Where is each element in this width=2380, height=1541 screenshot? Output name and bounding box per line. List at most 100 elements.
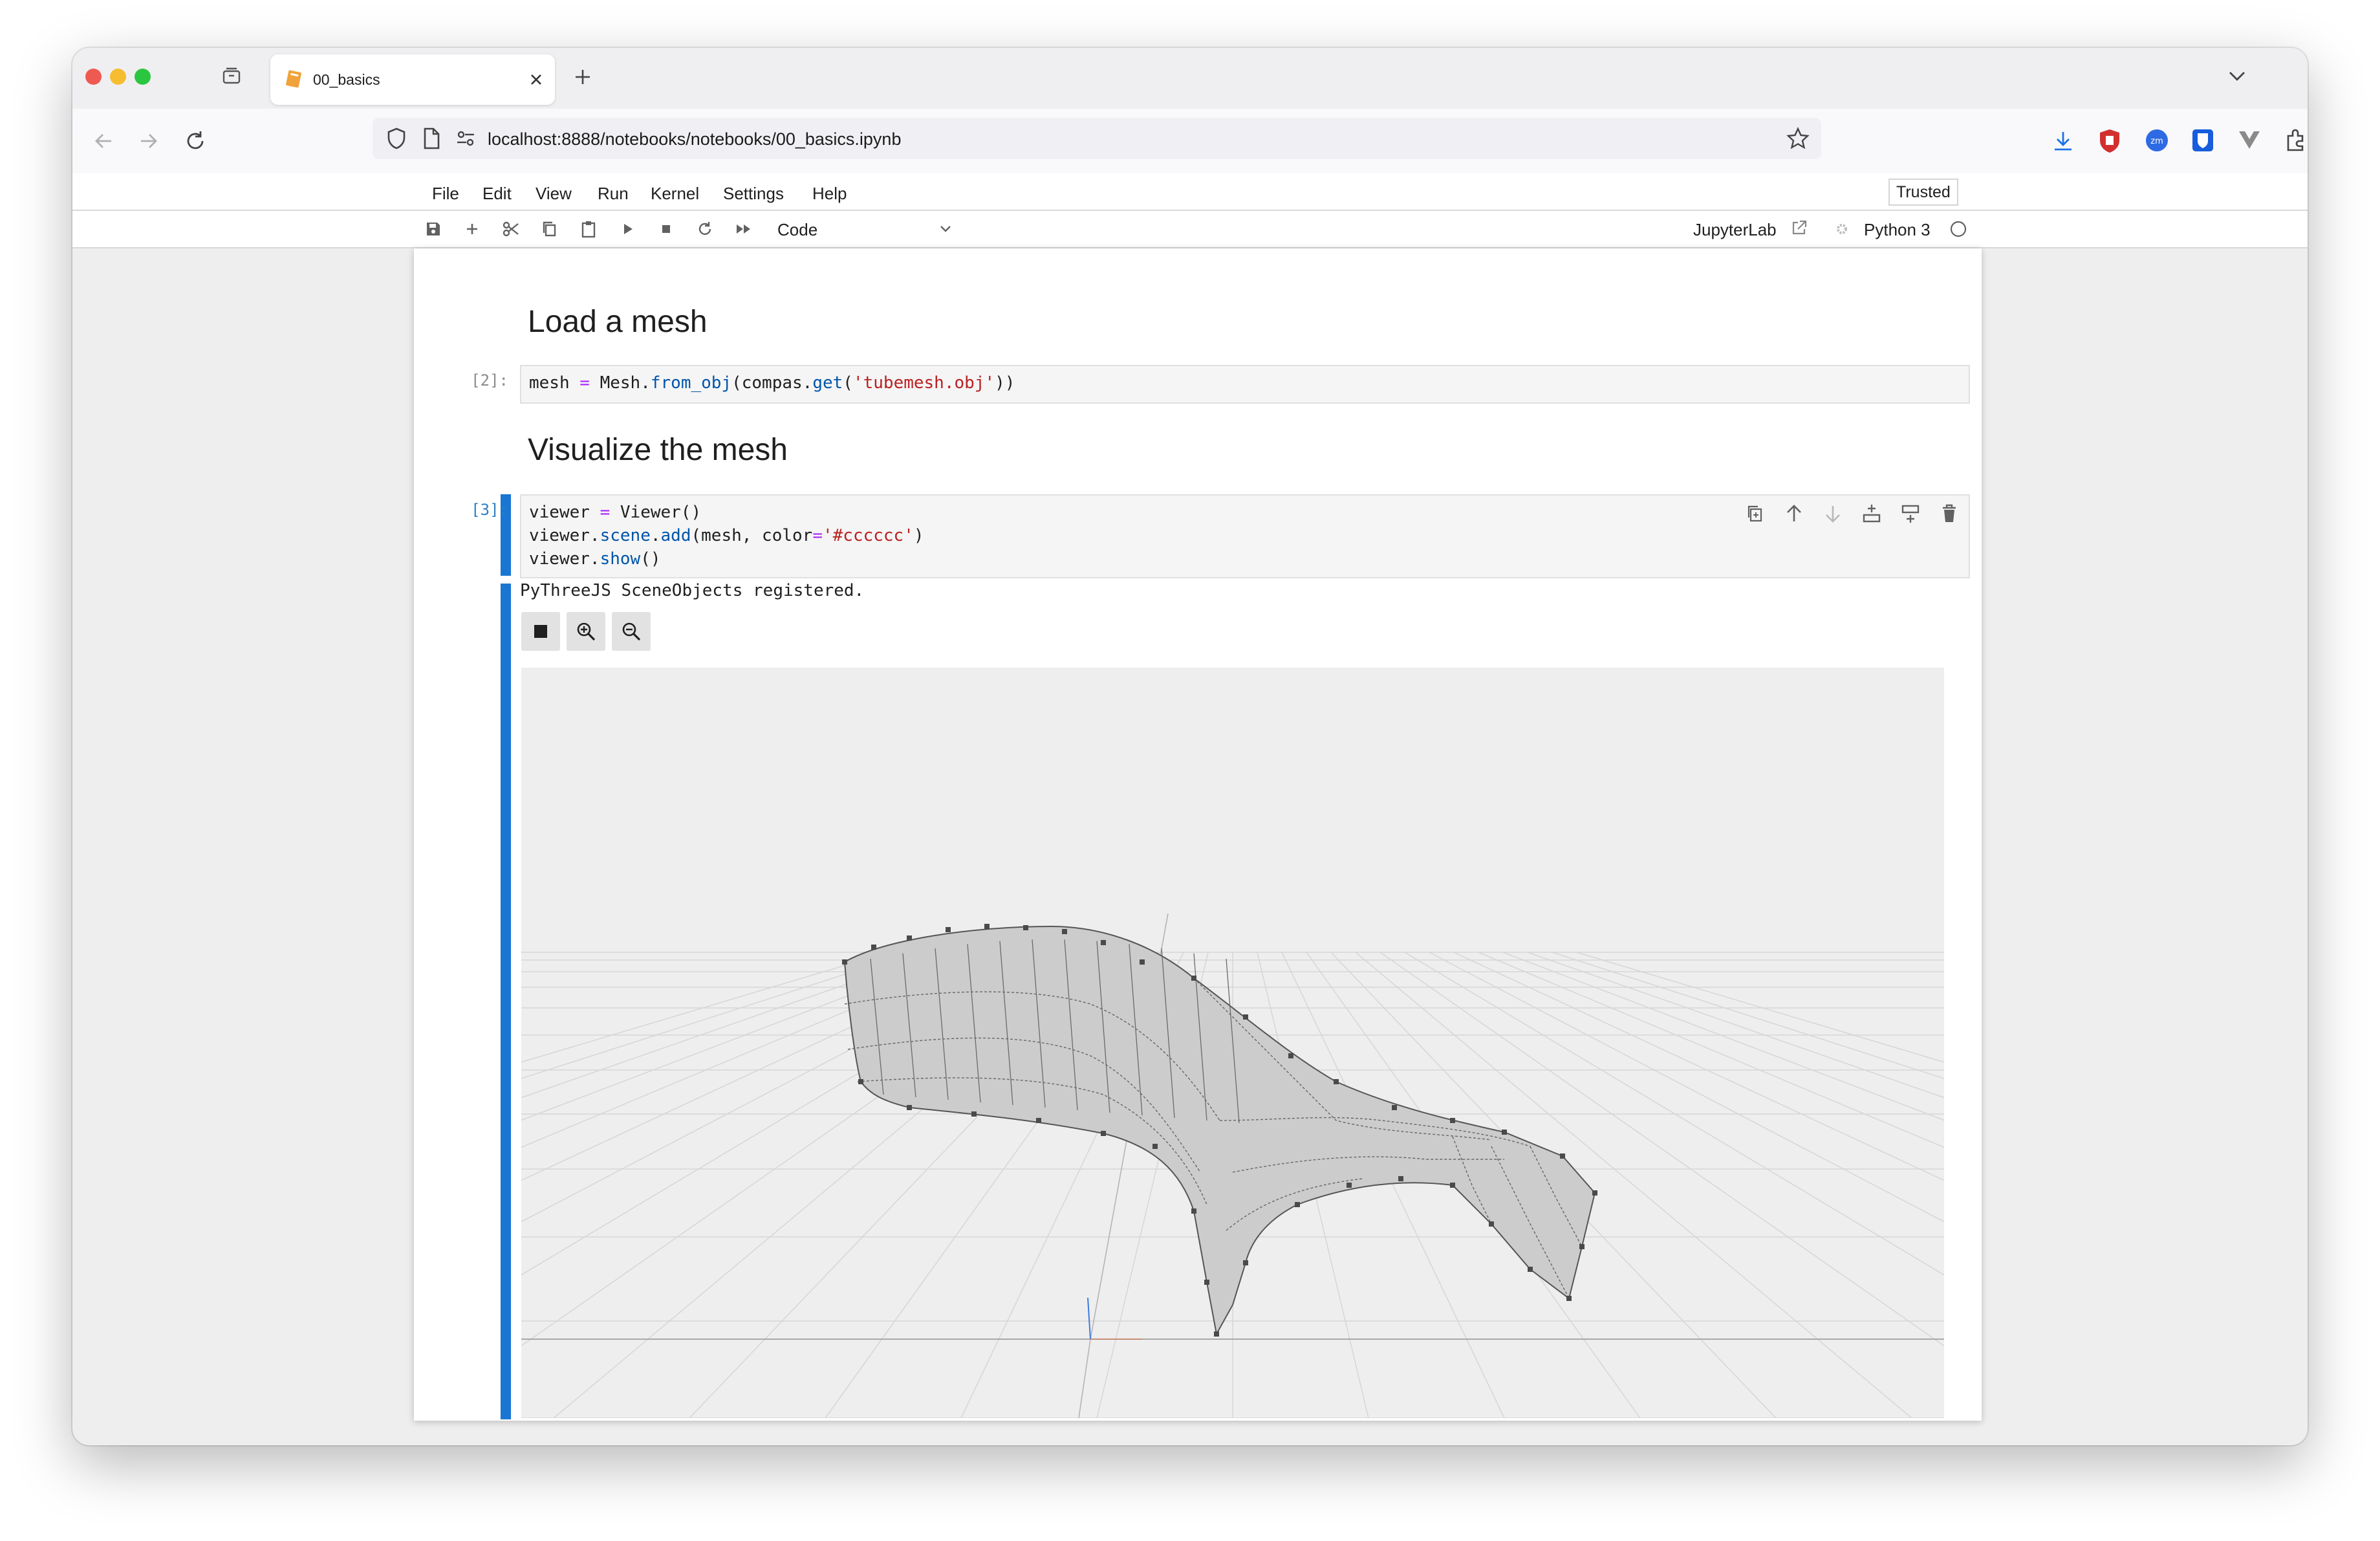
code-line: mesh = Mesh.from_obj(compas.get('tubemes… <box>529 373 1015 393</box>
mesh-vertex <box>842 959 847 965</box>
maximize-window-button[interactable] <box>135 69 151 85</box>
notebook-icon <box>286 70 301 88</box>
menu-file[interactable]: File <box>432 184 459 204</box>
run-icon[interactable] <box>617 219 638 239</box>
code-cell-editor[interactable]: viewer = Viewer() viewer.scene.add(mesh,… <box>520 494 1970 578</box>
insert-above-icon[interactable] <box>1860 502 1883 525</box>
viewer-stop-button[interactable] <box>521 612 560 651</box>
axis-line <box>1078 1339 1091 1418</box>
menu-help[interactable]: Help <box>812 184 847 204</box>
grid-line <box>1355 952 1912 1418</box>
menu-view[interactable]: View <box>536 184 572 204</box>
mesh-vertex <box>871 945 876 950</box>
external-link-icon[interactable] <box>1789 217 1810 238</box>
extensions-icon[interactable] <box>2284 128 2308 153</box>
mesh-vertex <box>1243 1260 1248 1265</box>
mesh-vertex <box>1023 925 1028 930</box>
cell-output-text: PyThreeJS SceneObjects registered. <box>520 581 865 600</box>
ublock-extension-icon[interactable] <box>2098 128 2121 154</box>
mesh-render <box>521 913 1944 1418</box>
mesh-vertex <box>907 1105 912 1110</box>
markdown-heading-visualize-mesh: Visualize the mesh <box>528 433 788 467</box>
mesh-vertex <box>907 935 912 941</box>
mesh-vertex <box>1101 1131 1106 1136</box>
add-cell-icon[interactable] <box>462 219 482 239</box>
notebook-panel: Load a mesh [2]: mesh = Mesh.from_obj(co… <box>414 248 1982 1421</box>
kernel-idle-icon <box>1950 221 1967 237</box>
menu-settings[interactable]: Settings <box>723 184 784 204</box>
back-icon[interactable] <box>92 129 115 153</box>
browser-window: 00_basics localhost:8888/notebooks/noteb… <box>72 48 2308 1445</box>
viewer-zoom-out-button[interactable] <box>612 612 651 651</box>
restart-icon[interactable] <box>695 219 715 239</box>
duplicate-icon[interactable] <box>1744 502 1767 525</box>
mesh-vertex <box>1566 1296 1572 1301</box>
mesh-vertex <box>1214 1331 1219 1337</box>
reload-icon[interactable] <box>184 129 207 153</box>
svg-text:zm: zm <box>2150 137 2163 146</box>
cut-icon[interactable] <box>501 219 521 239</box>
interrupt-icon[interactable] <box>656 219 676 239</box>
mesh-vertex <box>1101 940 1106 945</box>
delete-icon[interactable] <box>1938 502 1961 525</box>
page-info-icon[interactable] <box>422 127 441 150</box>
mesh-vertex <box>858 1079 863 1084</box>
tab-overview-icon[interactable] <box>221 66 242 87</box>
markdown-heading-load-mesh: Load a mesh <box>528 305 708 339</box>
forward-icon[interactable] <box>137 129 160 153</box>
save-icon[interactable] <box>423 219 444 239</box>
run-all-icon[interactable] <box>733 219 754 239</box>
tab-title: 00_basics <box>313 71 380 88</box>
vue-devtools-icon[interactable] <box>2238 129 2261 150</box>
menu-run[interactable]: Run <box>598 184 629 204</box>
mesh-vertex <box>1334 1079 1339 1084</box>
zoom-extension-icon[interactable]: zm <box>2145 128 2169 153</box>
cell-prompt: [2]: <box>471 371 508 389</box>
menu-edit[interactable]: Edit <box>482 184 512 204</box>
mesh-vertex <box>1450 1118 1455 1123</box>
tab-strip: 00_basics <box>72 48 2308 109</box>
close-window-button[interactable] <box>85 69 102 85</box>
move-down-icon[interactable] <box>1821 502 1844 525</box>
cell-prompt: [3]: <box>471 501 508 519</box>
open-jupyterlab-link[interactable]: JupyterLab <box>1693 220 1777 240</box>
zoom-in-icon <box>577 622 596 641</box>
bookmark-star-icon[interactable] <box>1786 127 1810 150</box>
navigation-bar: localhost:8888/notebooks/notebooks/00_ba… <box>72 109 2308 175</box>
threejs-viewport[interactable] <box>521 668 1944 1418</box>
bitwarden-extension-icon[interactable] <box>2191 128 2214 153</box>
list-all-tabs-icon[interactable] <box>2227 69 2247 84</box>
mesh-vertex <box>1347 1183 1352 1188</box>
viewer-zoom-in-button[interactable] <box>567 612 605 651</box>
mesh-vertex <box>1450 1183 1455 1188</box>
kernel-name[interactable]: Python 3 <box>1864 220 1931 240</box>
new-tab-icon[interactable] <box>573 67 592 87</box>
paste-icon[interactable] <box>578 219 599 239</box>
code-line: viewer.show() <box>529 549 661 569</box>
menu-kernel[interactable]: Kernel <box>651 184 699 204</box>
output-collapser[interactable] <box>501 584 511 1419</box>
mesh-vertex <box>1398 1176 1403 1181</box>
move-up-icon[interactable] <box>1782 502 1806 525</box>
kernel-settings-icon[interactable] <box>1832 219 1852 239</box>
downloads-icon[interactable] <box>2051 129 2075 153</box>
cell-type-select[interactable]: Code <box>777 220 817 240</box>
mesh-vertex <box>1295 1202 1300 1207</box>
url-bar[interactable]: localhost:8888/notebooks/notebooks/00_ba… <box>373 118 1821 159</box>
trusted-indicator[interactable]: Trusted <box>1888 179 1958 206</box>
chevron-down-icon[interactable] <box>935 219 956 239</box>
origin-axes <box>1087 1297 1142 1340</box>
insert-below-icon[interactable] <box>1899 502 1922 525</box>
mesh-vertex <box>1152 1144 1158 1149</box>
mesh-vertex <box>1140 959 1145 965</box>
code-cell-editor[interactable]: mesh = Mesh.from_obj(compas.get('tubemes… <box>520 365 1970 404</box>
permissions-icon[interactable] <box>455 128 476 149</box>
close-tab-icon[interactable] <box>529 72 543 87</box>
tracking-protection-icon[interactable] <box>385 127 407 150</box>
minimize-window-button[interactable] <box>110 69 126 85</box>
grid-line <box>521 952 889 1063</box>
mesh-vertex <box>1528 1267 1533 1272</box>
copy-icon[interactable] <box>539 219 560 239</box>
browser-tab-active[interactable]: 00_basics <box>270 54 555 105</box>
mesh-vertex <box>1204 1280 1209 1285</box>
